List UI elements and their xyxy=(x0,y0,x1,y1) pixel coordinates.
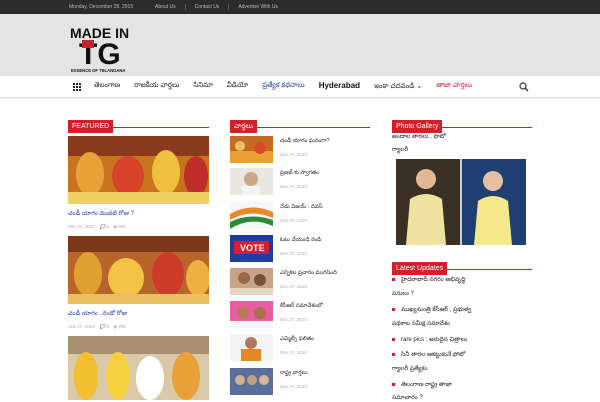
news-thumb-6[interactable] xyxy=(230,301,273,328)
news-thumb-3[interactable] xyxy=(230,202,273,229)
post-date: Dec 27, 2015 xyxy=(68,224,95,229)
update-item-2-cont[interactable]: పథకాల సమీక్ష సమావేశం xyxy=(392,320,450,328)
top-links: About Us Contact Us Advertise With Us xyxy=(146,4,287,10)
news-date-8: Dec 27, 2015 xyxy=(280,384,307,389)
news-date-7: Dec 27, 2015 xyxy=(280,350,307,355)
nav-item-latest[interactable]: తాజా వార్తలు xyxy=(436,82,472,92)
comment-icon: 💬 xyxy=(99,324,106,329)
nav-item-video[interactable]: వీడియో xyxy=(227,82,248,92)
search-icon[interactable] xyxy=(519,82,529,92)
featured-title-2[interactable]: చండీ యాగం ..రెండో రోజు xyxy=(68,310,127,318)
gallery-title-line1: అందాల తారలు , ఫొటో xyxy=(392,134,446,140)
news-thumb-1[interactable] xyxy=(230,136,273,163)
news-date-1: Dec 27, 2015 xyxy=(280,152,307,157)
nav-item-more[interactable]: ఇంకా చదవండి ⌄ xyxy=(374,82,422,92)
comment-icon: 💬 xyxy=(99,224,106,229)
featured-header-label: FEATURED xyxy=(68,120,114,133)
news-title-4[interactable]: ఓటు వేయండి రండి xyxy=(280,236,321,244)
gallery-title[interactable]: అందాల తారలు , ఫొటో గ్యాలరీ xyxy=(392,131,532,157)
featured-meta-1: Dec 27, 2015 💬 0 ◉ 605 xyxy=(68,224,126,230)
updates-header: Latest Updates xyxy=(392,257,532,275)
view-count: 605 xyxy=(118,224,126,229)
nav-item-cinema[interactable]: సినిమా xyxy=(193,82,212,92)
eye-icon: ◉ xyxy=(112,224,117,229)
news-title-5[interactable]: ఎన్నికల ప్రచారం ముగిసింది xyxy=(280,269,337,277)
featured-image-2[interactable] xyxy=(68,236,209,304)
news-thumb-8[interactable] xyxy=(230,368,273,395)
news-thumb-4[interactable]: VOTE xyxy=(230,235,273,262)
featured-image-3[interactable] xyxy=(68,336,209,400)
eye-icon: ◉ xyxy=(112,324,117,329)
logo-tagline: ESSENCE OF TELANGANA xyxy=(71,68,125,73)
news-title-2[interactable]: ప్రణబ్ కు స్వాగతం xyxy=(280,169,319,177)
gallery-header: Photo Gallery xyxy=(392,115,532,133)
nav-item-politics[interactable]: రాజకీయ వార్తలు xyxy=(134,82,179,92)
news-date-4: Dec 27, 2015 xyxy=(280,251,307,256)
top-bar: Monday, December 28, 2015 About Us Conta… xyxy=(0,0,600,14)
comment-count: 0 xyxy=(106,224,110,229)
featured-title-1[interactable]: చండీ యాగం మొదటి రోజు ? xyxy=(68,210,134,218)
news-date-5: Dec 27, 2015 xyxy=(280,284,307,289)
news-thumb-7[interactable] xyxy=(230,334,273,361)
news-date-3: Dec 27, 2015 xyxy=(280,218,307,223)
news-thumb-5[interactable] xyxy=(230,268,273,295)
comment-count: 0 xyxy=(106,324,110,329)
update-item-1-cont[interactable]: పనులు ? xyxy=(392,290,414,298)
gallery-image[interactable] xyxy=(396,159,526,245)
contact-us-link[interactable]: Contact Us xyxy=(184,4,229,10)
nav-item-special[interactable]: ప్రత్యేక కథనాలు xyxy=(262,82,304,92)
news-title-3[interactable]: నేడు విజయ్ : దివస్ xyxy=(280,203,323,211)
chevron-down-icon: ⌄ xyxy=(416,83,423,90)
advertise-link[interactable]: Advertise With Us xyxy=(228,4,287,10)
news-date-2: Dec 27, 2015 xyxy=(280,184,307,189)
about-us-link[interactable]: About Us xyxy=(146,4,185,10)
nav-item-telangana[interactable]: తెలంగాణ xyxy=(94,82,120,92)
news-date-6: Dec 27, 2015 xyxy=(280,317,307,322)
update-item-5-cont[interactable]: సమాచారం ? xyxy=(392,394,423,402)
update-item-1[interactable]: హైదరాబాద్ నగరం అభివృద్ధి xyxy=(392,276,465,284)
gallery-title-line2: గ్యాలరీ xyxy=(392,147,409,153)
post-date: Dec 27, 2015 xyxy=(68,324,95,329)
featured-meta-2: Dec 27, 2015 💬 0 ◉ 390 xyxy=(68,324,126,330)
update-item-3[interactable]: rare pics : అరుదైన చిత్రాలు xyxy=(392,336,467,344)
update-item-2[interactable]: ముఖ్యమంత్రి కేసీఆర్ , ప్రభుత్వ xyxy=(392,306,471,314)
news-header-label: వార్తలు xyxy=(230,120,257,133)
news-title-1[interactable]: చండీ యాగం ఘనంగా? xyxy=(280,137,330,145)
menu-grid-icon[interactable] xyxy=(73,83,82,91)
news-thumb-2[interactable] xyxy=(230,168,273,195)
news-title-8[interactable]: రాష్ట్ర వార్తలు xyxy=(280,369,308,377)
svg-text:VOTE: VOTE xyxy=(240,243,265,253)
update-item-4-cont[interactable]: గ్యాలరీ ప్రత్యేకం xyxy=(392,365,428,373)
featured-header: FEATURED xyxy=(68,115,209,133)
main-nav: తెలంగాణ రాజకీయ వార్తలు సినిమా వీడియో ప్ర… xyxy=(0,76,600,98)
site-header: MADE IN TG ESSENCE OF TELANGANA xyxy=(0,14,600,76)
view-count: 390 xyxy=(118,324,126,329)
nav-item-more-label: ఇంకా చదవండి xyxy=(374,83,415,90)
update-item-5[interactable]: తెలంగాణ రాష్ట్ర తాజా xyxy=(392,381,452,389)
news-title-6[interactable]: కేసీఆర్ సమావేశంలో xyxy=(280,302,323,310)
news-title-7[interactable]: ఎమ్మెల్సీ ఫలితం xyxy=(280,335,314,343)
update-item-4[interactable]: సినీ తారల ఆకట్టుకునే ఫోటో xyxy=(392,351,465,359)
current-date: Monday, December 28, 2015 xyxy=(69,4,134,10)
updates-header-label: Latest Updates xyxy=(392,262,448,275)
site-logo[interactable]: MADE IN TG ESSENCE OF TELANGANA xyxy=(69,24,135,74)
featured-image-1[interactable] xyxy=(68,136,209,204)
nav-item-hyderabad[interactable]: Hyderabad xyxy=(319,81,360,92)
news-header: వార్తలు xyxy=(230,115,370,133)
